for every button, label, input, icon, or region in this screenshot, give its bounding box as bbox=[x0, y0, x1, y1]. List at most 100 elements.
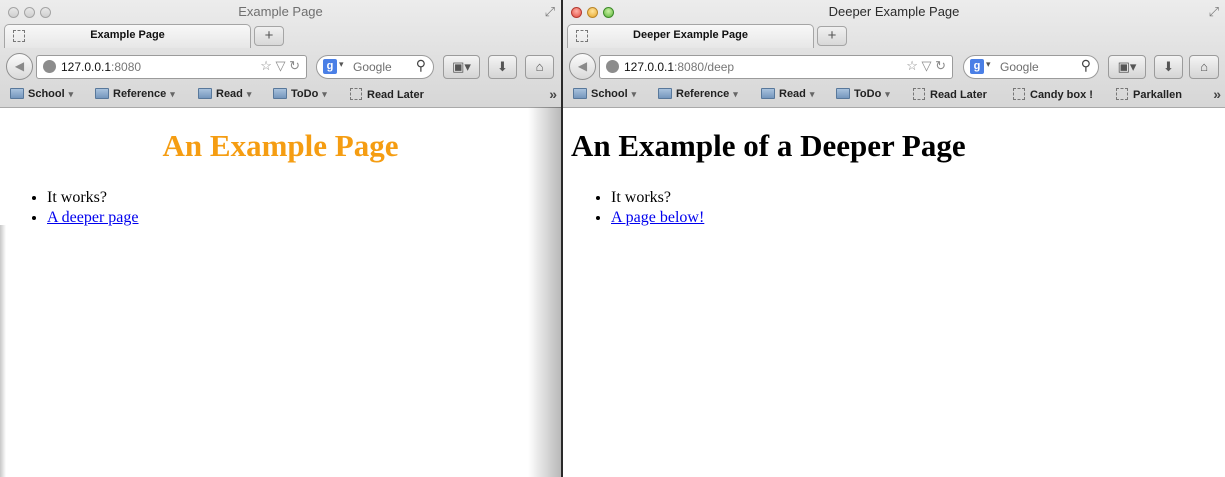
deeper-page-link[interactable]: A deeper page bbox=[47, 209, 139, 226]
search-engine-dropdown-icon[interactable]: ▾ bbox=[339, 59, 344, 70]
folder-icon bbox=[658, 88, 672, 99]
new-tab-button[interactable]: + bbox=[817, 26, 847, 46]
download-button[interactable]: ⬇ bbox=[488, 55, 517, 79]
bookmark-label: School bbox=[591, 88, 628, 100]
bookmark-label: Read Later bbox=[367, 89, 424, 101]
title-bar[interactable]: Deeper Example Page ⤢ bbox=[563, 0, 1225, 24]
title-bar[interactable]: Example Page ⤢ bbox=[0, 0, 561, 24]
page-icon bbox=[1116, 88, 1128, 100]
window-title: Deeper Example Page bbox=[828, 4, 960, 19]
page-icon bbox=[1013, 88, 1025, 100]
content-list: It works? A page below! bbox=[563, 188, 704, 228]
bookmark-label: Read bbox=[216, 88, 243, 100]
tab-label: Example Page bbox=[90, 29, 165, 41]
folder-icon bbox=[573, 88, 587, 99]
bookmark-folder-read[interactable]: Read ▾ bbox=[761, 88, 814, 100]
google-icon[interactable]: g bbox=[970, 59, 984, 74]
search-placeholder: Google bbox=[353, 60, 392, 74]
reload-icon[interactable]: ↻ bbox=[935, 58, 946, 73]
browser-chrome: Example Page ⤢ Example Page + ◀ 127.0.0.… bbox=[0, 0, 561, 108]
back-button[interactable]: ◀ bbox=[6, 53, 33, 80]
bookmark-folder-reference[interactable]: Reference ▾ bbox=[658, 88, 738, 100]
history-dropdown-icon[interactable]: ▽ bbox=[275, 58, 285, 73]
bookmark-label: Read bbox=[779, 88, 806, 100]
chevron-down-icon: ▾ bbox=[733, 89, 738, 99]
url-host: 127.0.0.1 bbox=[624, 60, 675, 74]
page-heading: An Example Page bbox=[162, 128, 399, 163]
address-bar[interactable]: 127.0.0.1:8080/deep ☆ ▽ ↻ bbox=[599, 55, 953, 79]
chevron-down-icon: ▾ bbox=[809, 89, 815, 99]
bookmark-folder-school[interactable]: School ▾ bbox=[10, 88, 73, 100]
page-content: An Example Page It works? A deeper page bbox=[0, 108, 561, 477]
globe-icon bbox=[606, 60, 619, 73]
bookmark-read-later[interactable]: Read Later bbox=[350, 88, 424, 101]
bookmarks-toolbar: School ▾ Reference ▾ Read ▾ ToDo ▾ Read Late… bbox=[0, 84, 561, 106]
screenshot-button[interactable]: ▣▾ bbox=[1108, 55, 1146, 79]
chevron-down-icon: ▾ bbox=[68, 89, 74, 99]
bookmark-parkallen[interactable]: Parkallen bbox=[1116, 88, 1182, 101]
page-icon bbox=[913, 88, 925, 100]
fullscreen-icon[interactable]: ⤢ bbox=[1209, 4, 1219, 20]
bookmark-folder-reference[interactable]: Reference ▾ bbox=[95, 88, 175, 100]
chevron-down-icon: ▾ bbox=[885, 89, 890, 99]
page-below-link[interactable]: A page below! bbox=[611, 209, 704, 226]
chevron-down-icon: ▾ bbox=[246, 89, 252, 99]
bookmarks-overflow-icon[interactable]: » bbox=[1213, 86, 1221, 102]
window-title: Example Page bbox=[238, 4, 323, 19]
url-action-icons: ☆ ▽ ↻ bbox=[260, 58, 300, 74]
tab-strip: Example Page + bbox=[0, 24, 561, 48]
bookmark-label: Parkallen bbox=[1133, 89, 1182, 101]
globe-icon bbox=[43, 60, 56, 73]
page-content: An Example of a Deeper Page It works? A … bbox=[563, 108, 1225, 477]
bookmark-folder-todo[interactable]: ToDo ▾ bbox=[836, 88, 890, 100]
bookmark-star-icon[interactable]: ☆ bbox=[906, 58, 918, 73]
bookmark-star-icon[interactable]: ☆ bbox=[260, 58, 272, 73]
page-heading: An Example of a Deeper Page bbox=[571, 128, 966, 163]
tab-label: Deeper Example Page bbox=[633, 29, 748, 41]
bookmark-candy-box[interactable]: Candy box ! bbox=[1013, 88, 1093, 101]
back-button[interactable]: ◀ bbox=[569, 53, 596, 80]
folder-icon bbox=[761, 88, 775, 99]
url-text: 127.0.0.1:8080 bbox=[61, 60, 141, 74]
search-placeholder: Google bbox=[1000, 60, 1039, 74]
new-tab-button[interactable]: + bbox=[254, 26, 284, 46]
tab-deeper-example-page[interactable]: Deeper Example Page bbox=[567, 24, 814, 48]
bookmarks-overflow-icon[interactable]: » bbox=[549, 86, 557, 102]
home-button[interactable]: ⌂ bbox=[1189, 55, 1219, 79]
list-item: A deeper page bbox=[47, 208, 139, 228]
chevron-down-icon: ▾ bbox=[322, 89, 327, 99]
bookmark-folder-school[interactable]: School ▾ bbox=[573, 88, 636, 100]
chevron-down-icon: ▾ bbox=[170, 89, 175, 99]
magnifier-icon[interactable]: ⚲ bbox=[416, 57, 426, 74]
folder-icon bbox=[273, 88, 287, 99]
browser-window-right: Deeper Example Page ⤢ Deeper Example Pag… bbox=[561, 0, 1225, 477]
url-text: 127.0.0.1:8080/deep bbox=[624, 60, 734, 74]
search-box[interactable]: g ▾ Google ⚲ bbox=[963, 55, 1099, 79]
bookmark-label: ToDo bbox=[854, 88, 882, 100]
list-item: It works? bbox=[611, 188, 704, 208]
search-box[interactable]: g ▾ Google ⚲ bbox=[316, 55, 434, 79]
bookmark-label: ToDo bbox=[291, 88, 319, 100]
bookmarks-toolbar: School ▾ Reference ▾ Read ▾ ToDo ▾ Read Late… bbox=[563, 84, 1225, 106]
google-icon[interactable]: g bbox=[323, 59, 337, 74]
page-icon bbox=[350, 88, 362, 100]
bookmark-label: School bbox=[28, 88, 65, 100]
address-bar[interactable]: 127.0.0.1:8080 ☆ ▽ ↻ bbox=[36, 55, 307, 79]
bookmark-folder-todo[interactable]: ToDo ▾ bbox=[273, 88, 327, 100]
folder-icon bbox=[95, 88, 109, 99]
screenshot-button[interactable]: ▣▾ bbox=[443, 55, 480, 79]
url-action-icons: ☆ ▽ ↻ bbox=[906, 58, 946, 74]
bookmark-label: Read Later bbox=[930, 89, 987, 101]
search-engine-dropdown-icon[interactable]: ▾ bbox=[986, 59, 991, 70]
bookmark-folder-read[interactable]: Read ▾ bbox=[198, 88, 251, 100]
home-button[interactable]: ⌂ bbox=[525, 55, 554, 79]
download-button[interactable]: ⬇ bbox=[1154, 55, 1183, 79]
browser-chrome: Deeper Example Page ⤢ Deeper Example Pag… bbox=[563, 0, 1225, 108]
bookmark-read-later[interactable]: Read Later bbox=[913, 88, 987, 101]
fullscreen-icon[interactable]: ⤢ bbox=[545, 4, 555, 20]
history-dropdown-icon[interactable]: ▽ bbox=[921, 58, 931, 73]
magnifier-icon[interactable]: ⚲ bbox=[1081, 57, 1091, 74]
tab-example-page[interactable]: Example Page bbox=[4, 24, 251, 48]
reload-icon[interactable]: ↻ bbox=[289, 58, 300, 73]
folder-icon bbox=[836, 88, 850, 99]
